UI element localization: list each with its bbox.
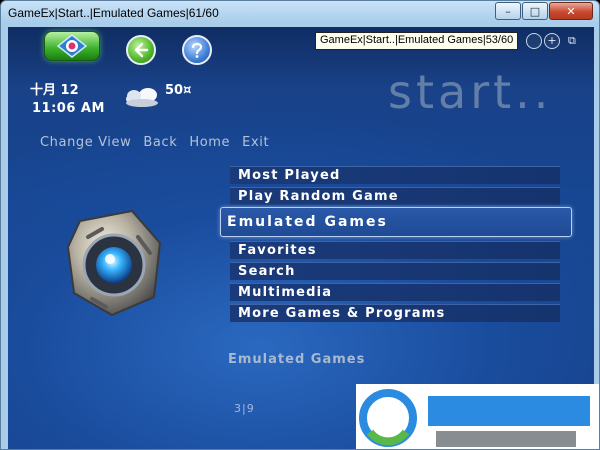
restore-icon[interactable]: ⧉: [568, 35, 580, 47]
help-button[interactable]: [182, 35, 212, 65]
watermark-gray-bar: [436, 431, 576, 447]
menu-item-play-random-game[interactable]: Play Random Game: [230, 187, 560, 205]
tooltip: GameEx|Start..|Emulated Games|53/60: [315, 32, 519, 50]
cloudy-weather-icon: [126, 88, 158, 107]
menu-item-most-played[interactable]: Most Played: [230, 166, 560, 184]
home-nav-button[interactable]: [44, 31, 100, 61]
close-button[interactable]: ✕: [549, 2, 593, 20]
nav-back[interactable]: Back: [143, 135, 177, 150]
watermark-logo: [356, 384, 599, 449]
menu-item-more-games-programs[interactable]: More Games & Programs: [230, 304, 560, 322]
text-navigation: Change View Back Home Exit: [40, 135, 269, 150]
app-window: GameEx|Start..|Emulated Games|61/60 – □ …: [0, 0, 600, 450]
menu-item-multimedia[interactable]: Multimedia: [230, 283, 560, 301]
date-display: 十月 12: [30, 83, 79, 98]
nav-exit[interactable]: Exit: [242, 135, 269, 150]
game-emblem-icon: [66, 209, 162, 317]
title-bar[interactable]: GameEx|Start..|Emulated Games|61/60 – □ …: [1, 1, 599, 27]
home-orb-icon: [56, 34, 88, 58]
maximize-button[interactable]: □: [522, 2, 548, 20]
current-section-label: Emulated Games: [228, 352, 366, 367]
menu-item-search[interactable]: Search: [230, 262, 560, 280]
mini-circle-button[interactable]: [526, 33, 542, 49]
temperature-display: 50¤: [165, 83, 192, 98]
nav-change-view[interactable]: Change View: [40, 135, 131, 150]
page-title: start..: [388, 65, 553, 119]
nav-home[interactable]: Home: [189, 135, 230, 150]
watermark-circle-icon: [359, 389, 417, 447]
menu-item-favorites[interactable]: Favorites: [230, 241, 560, 259]
minimize-button[interactable]: –: [495, 2, 521, 20]
watermark-blue-bar: [428, 396, 590, 426]
window-title: GameEx|Start..|Emulated Games|61/60: [8, 6, 219, 20]
back-arrow-icon: [134, 42, 149, 58]
page-indicator: 3|9: [234, 402, 255, 415]
question-mark-icon: [191, 42, 203, 58]
back-arrow-button[interactable]: [126, 35, 156, 65]
menu-item-emulated-games-selected[interactable]: Emulated Games: [220, 207, 572, 237]
zoom-plus-button[interactable]: +: [544, 33, 560, 49]
time-display: 11:06 AM: [32, 101, 105, 116]
